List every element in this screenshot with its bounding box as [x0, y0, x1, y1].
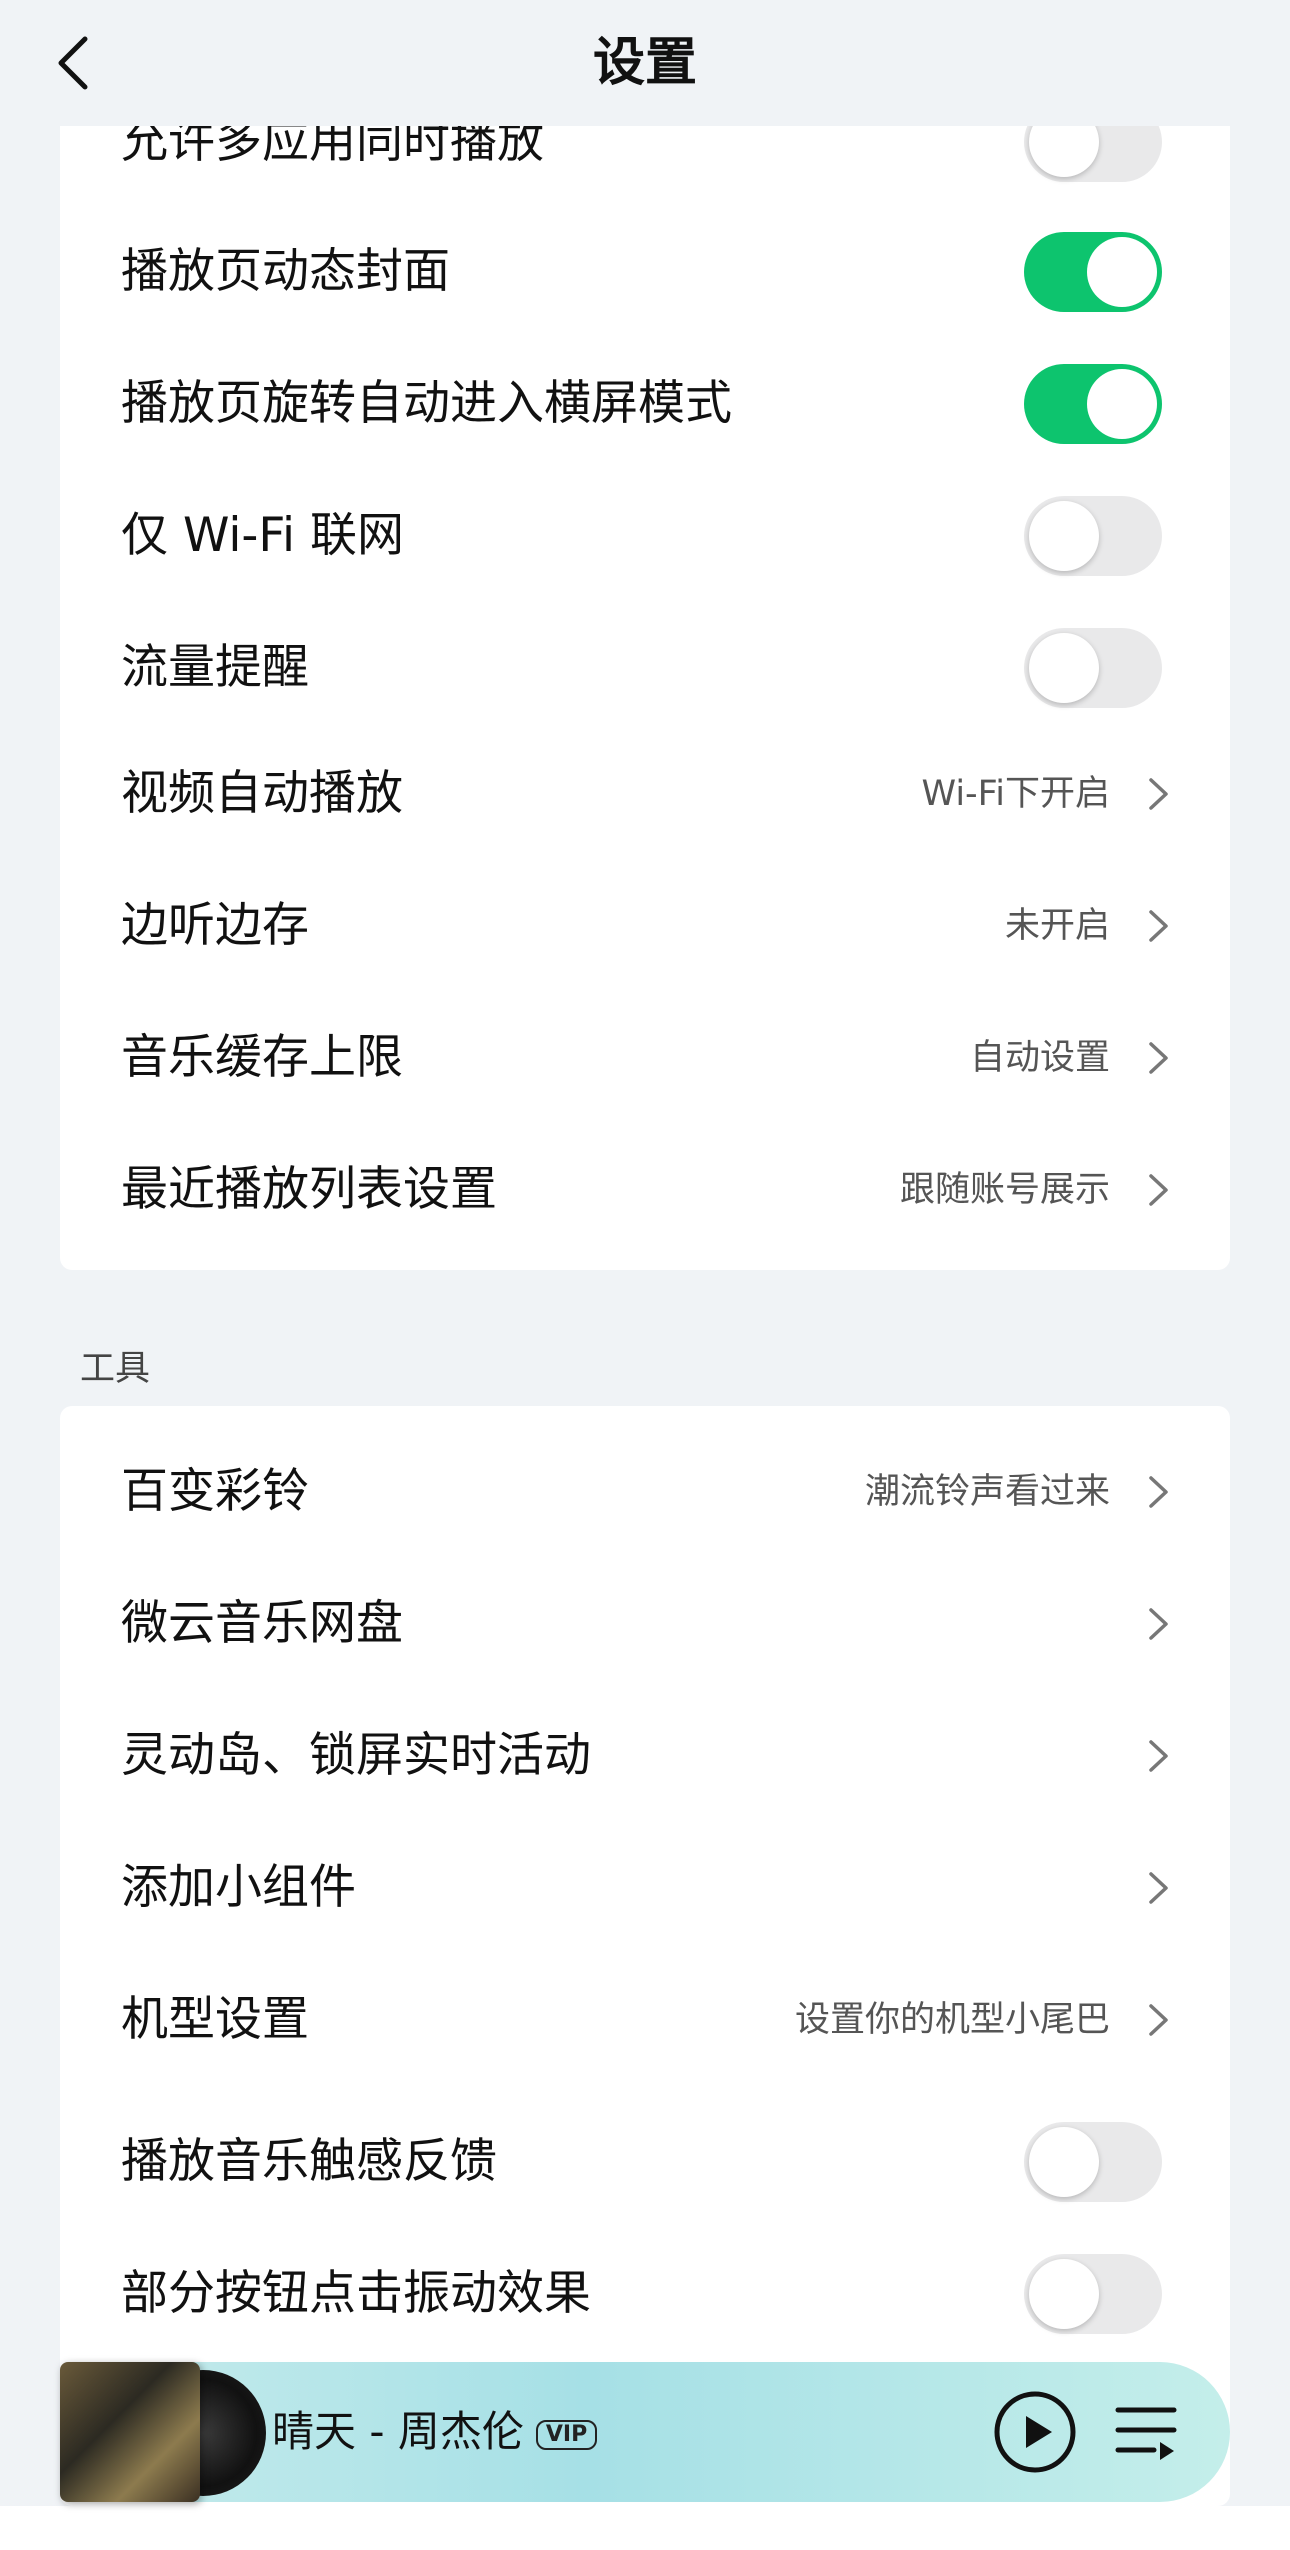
setting-value: 自动设置	[969, 1038, 1110, 1078]
tool-setting-row-3[interactable]: 添加小组件	[60, 1822, 1230, 1954]
toggle-knob	[1029, 501, 1099, 571]
toggle-knob	[1029, 2259, 1099, 2329]
section-title-tools: 工具	[80, 1349, 151, 1389]
setting-label: 流量提醒	[121, 640, 309, 695]
setting-label: 播放页旋转自动进入横屏模式	[121, 376, 732, 431]
setting-label: 灵动岛、锁屏实时活动	[121, 1728, 591, 1783]
setting-label: 部分按钮点击振动效果	[121, 2266, 591, 2321]
toggle-knob	[1087, 369, 1157, 439]
playback-setting-row-1[interactable]: 播放页动态封面	[60, 206, 1230, 338]
setting-label: 添加小组件	[121, 1860, 356, 1915]
song-title: 晴天 - 周杰伦	[272, 2407, 524, 2456]
chevron-right-icon	[1149, 1740, 1168, 1772]
chevron-right-icon	[1149, 1042, 1168, 1074]
toggle-switch[interactable]	[1024, 2254, 1162, 2334]
chevron-right-icon	[1149, 1174, 1168, 1206]
toggle-knob	[1087, 237, 1157, 307]
toggle-knob	[1029, 633, 1099, 703]
tool-setting-row-6[interactable]: 部分按钮点击振动效果	[60, 2228, 1230, 2360]
vip-badge: VIP	[535, 2419, 598, 2450]
tool-setting-row-1[interactable]: 微云音乐网盘	[60, 1558, 1230, 1690]
toggle-switch[interactable]	[1024, 2122, 1162, 2202]
chevron-right-icon	[1149, 1872, 1168, 1904]
playlist-icon	[1115, 2407, 1177, 2460]
page-title: 设置	[592, 33, 697, 93]
playback-setting-row-5[interactable]: 视频自动播放 Wi-Fi下开启	[60, 728, 1230, 860]
tool-setting-row-2[interactable]: 灵动岛、锁屏实时活动	[60, 1690, 1230, 1822]
playback-setting-row-4[interactable]: 流量提醒	[60, 602, 1230, 734]
tool-setting-row-5[interactable]: 播放音乐触感反馈	[60, 2096, 1230, 2228]
setting-label: 机型设置	[121, 1992, 309, 2047]
setting-label: 微云音乐网盘	[121, 1596, 403, 1651]
playback-settings-card: 允许多应用同时播放 播放页动态封面 播放页旋转自动进入横屏模式仅 Wi-Fi 联网流…	[60, 80, 1230, 1270]
playback-setting-row-2[interactable]: 播放页旋转自动进入横屏模式	[60, 338, 1230, 470]
top-nav-bar: 设置	[0, 0, 1290, 126]
playback-setting-row-3[interactable]: 仅 Wi-Fi 联网	[60, 470, 1230, 602]
play-icon	[994, 2391, 1076, 2473]
setting-label: 最近播放列表设置	[121, 1162, 497, 1217]
chevron-right-icon	[1149, 778, 1168, 810]
setting-value: 未开启	[1004, 906, 1110, 946]
setting-label: 边听边存	[121, 898, 309, 953]
chevron-right-icon	[1149, 1476, 1168, 1508]
tools-settings-card: 百变彩铃 潮流铃声看过来微云音乐网盘灵动岛、锁屏实时活动 添加小组件机型设置 设置你的…	[60, 1406, 1230, 2506]
setting-label: 播放音乐触感反馈	[121, 2134, 497, 2189]
play-button[interactable]	[993, 2390, 1077, 2474]
tool-setting-row-4[interactable]: 机型设置 设置你的机型小尾巴	[60, 1954, 1230, 2086]
bottom-strip	[0, 2506, 1290, 2550]
setting-label: 视频自动播放	[121, 766, 403, 821]
toggle-switch[interactable]	[1024, 628, 1162, 708]
playback-setting-row-8[interactable]: 最近播放列表设置 跟随账号展示	[60, 1124, 1230, 1256]
setting-value: 潮流铃声看过来	[864, 1472, 1110, 1512]
playlist-button[interactable]	[1114, 2402, 1178, 2462]
setting-value: Wi-Fi下开启	[921, 774, 1110, 814]
toggle-switch[interactable]	[1024, 232, 1162, 312]
tool-setting-row-0[interactable]: 百变彩铃 潮流铃声看过来	[60, 1426, 1230, 1558]
chevron-right-icon	[1149, 2004, 1168, 2036]
setting-value: 跟随账号展示	[899, 1170, 1110, 1210]
playback-setting-row-7[interactable]: 音乐缓存上限 自动设置	[60, 992, 1230, 1124]
toggle-switch[interactable]	[1024, 364, 1162, 444]
playback-setting-row-6[interactable]: 边听边存 未开启	[60, 860, 1230, 992]
album-art[interactable]	[60, 2362, 266, 2502]
now-playing-title[interactable]: 晴天 - 周杰伦 VIP	[272, 2362, 598, 2502]
toggle-switch[interactable]	[1024, 496, 1162, 576]
setting-label: 音乐缓存上限	[121, 1030, 403, 1085]
album-cover	[60, 2362, 200, 2502]
setting-label: 百变彩铃	[121, 1464, 309, 1519]
chevron-right-icon	[1149, 910, 1168, 942]
toggle-knob	[1029, 2127, 1099, 2197]
setting-label: 播放页动态封面	[121, 244, 450, 299]
setting-label: 仅 Wi-Fi 联网	[121, 508, 405, 563]
setting-value: 设置你的机型小尾巴	[794, 2000, 1110, 2040]
chevron-right-icon	[1149, 1608, 1168, 1640]
